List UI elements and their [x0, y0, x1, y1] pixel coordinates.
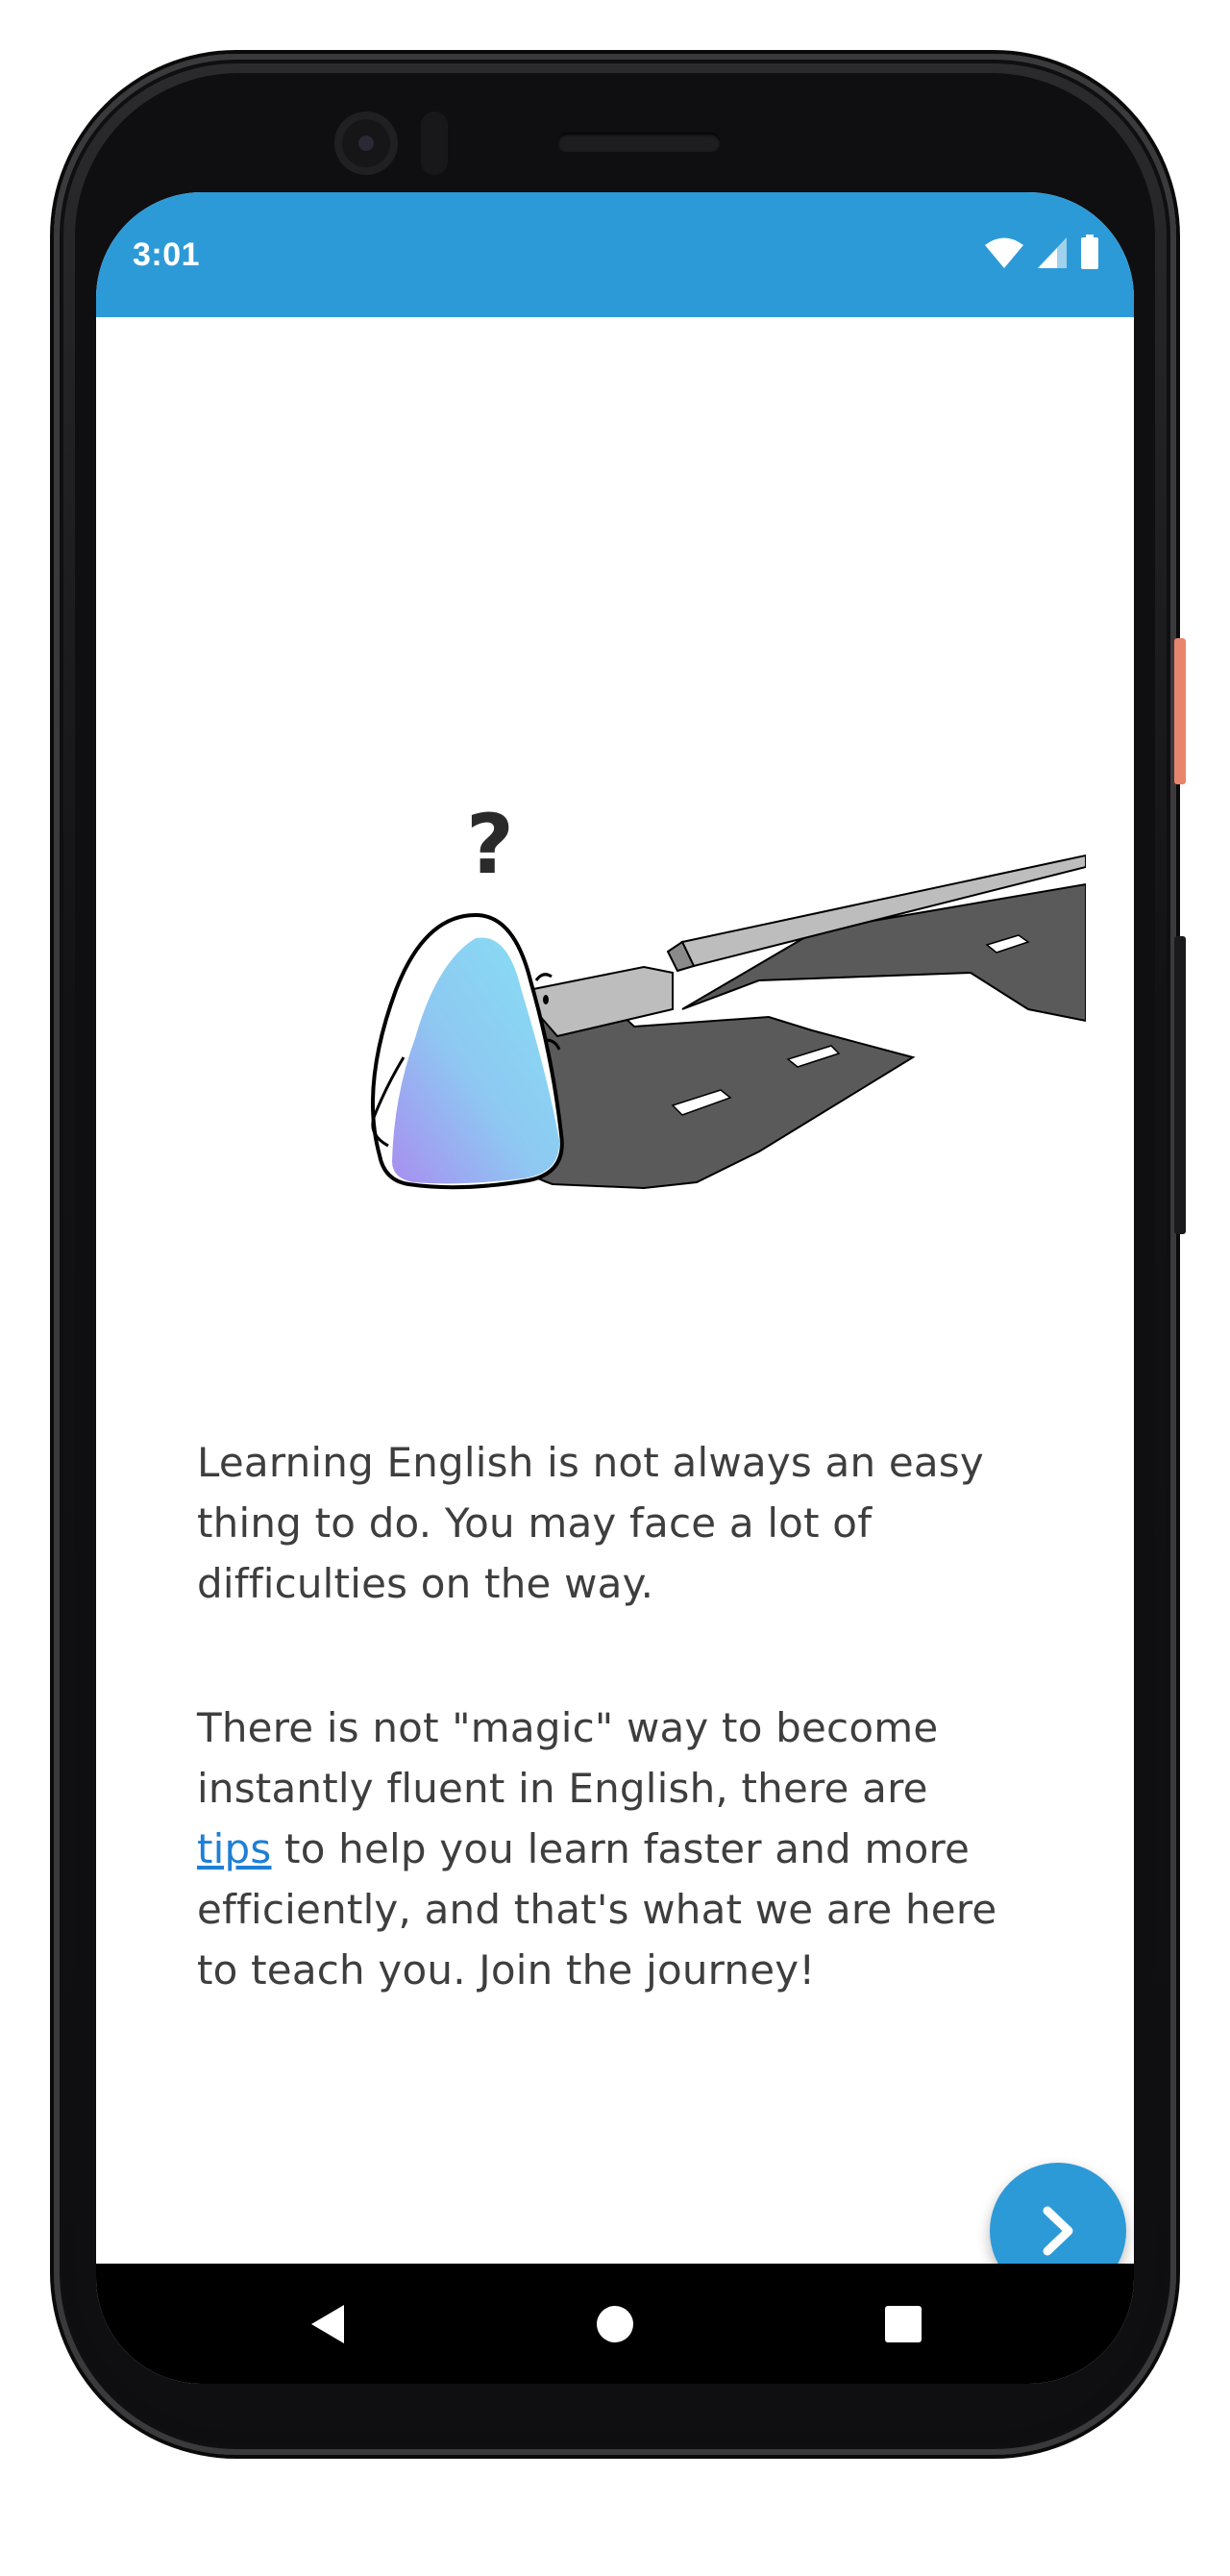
status-time: 3:01: [133, 236, 201, 273]
status-icons: [984, 235, 1099, 273]
intro-paragraph-2-end: to help you learn faster and more effici…: [197, 1825, 997, 1994]
device-frame: 3:01 ? Learning English is not always an…: [0, 0, 1230, 2576]
illustration-svg: ?: [370, 797, 1087, 1190]
chevron-right-icon: [1043, 2206, 1073, 2256]
tips-link[interactable]: tips: [197, 1825, 271, 1872]
blob-eye: [543, 995, 549, 1004]
system-nav-bar: [96, 2264, 1134, 2384]
front-camera: [334, 111, 398, 175]
back-button[interactable]: [269, 2264, 384, 2384]
wifi-icon: [984, 236, 1024, 273]
question-mark: ?: [466, 797, 514, 893]
screen: 3:01 ? Learning English is not always an…: [96, 192, 1134, 2384]
blob-eyebrow: [534, 973, 553, 981]
recents-button[interactable]: [846, 2264, 961, 2384]
power-button: [1174, 638, 1186, 784]
battery-icon: [1080, 235, 1099, 273]
intro-paragraph-2: There is not "magic" way to become insta…: [197, 1697, 1043, 2000]
home-icon: [597, 2305, 633, 2342]
intro-paragraph-1: Learning English is not always an easy t…: [197, 1439, 984, 1607]
cell-signal-icon: [1036, 236, 1069, 273]
recents-icon: [885, 2305, 922, 2342]
status-bar: 3:01: [96, 192, 1134, 317]
proximity-sensor: [421, 111, 448, 175]
onboarding-content: ? Learning English is not always an easy…: [96, 317, 1134, 2299]
volume-button: [1174, 936, 1186, 1234]
home-button[interactable]: [557, 2264, 673, 2384]
road-illustration: ?: [279, 769, 1087, 1307]
earpiece-speaker: [557, 133, 721, 152]
back-icon: [311, 2304, 344, 2343]
intro-paragraph-2-start: There is not "magic" way to become insta…: [197, 1704, 939, 1812]
